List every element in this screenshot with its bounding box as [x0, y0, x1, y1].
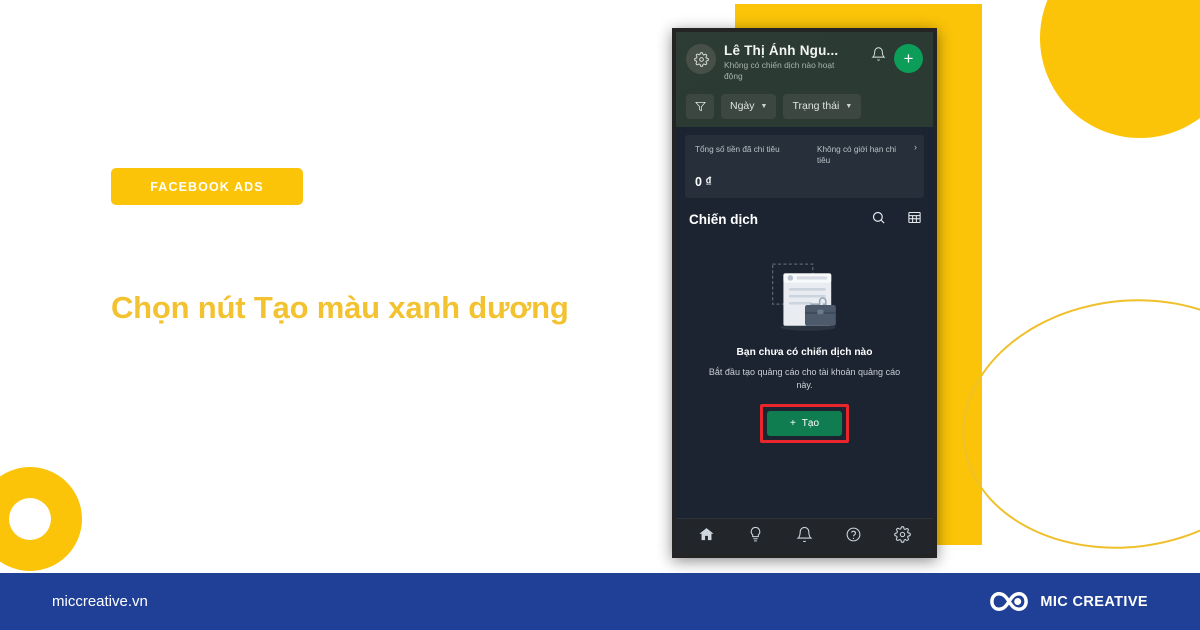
- home-icon: [699, 527, 714, 540]
- infinity-logo-icon: [990, 592, 1029, 611]
- filter-button[interactable]: [686, 93, 714, 119]
- chevron-down-icon: ▼: [845, 102, 853, 110]
- brand-logo: MIC CREATIVE: [989, 588, 1148, 615]
- nav-ideas[interactable]: [747, 526, 764, 548]
- lightbulb-icon: [750, 526, 761, 541]
- account-name: Lê Thị Ánh Ngu...: [724, 43, 839, 58]
- facebook-ads-badge: FACEBOOK ADS: [111, 168, 303, 205]
- filter-row: Ngày ▼ Trạng thái ▼: [686, 93, 923, 119]
- footer-url[interactable]: miccreative.vn: [52, 593, 148, 610]
- ellipse-outline-decoration: [948, 280, 1200, 568]
- empty-state-body: Bắt đầu tạo quảng cáo cho tài khoản quản…: [708, 366, 901, 390]
- gear-icon: [894, 525, 911, 543]
- campaigns-title: Chiến dịch: [689, 212, 759, 228]
- circle-decoration: [1040, 0, 1200, 138]
- table-view-icon[interactable]: [907, 210, 922, 230]
- create-campaign-fab[interactable]: +: [894, 44, 923, 73]
- empty-campaign-illustration: [771, 263, 836, 331]
- chevron-down-icon: ▼: [760, 102, 768, 110]
- bottom-navigation: [676, 518, 933, 554]
- plus-icon: +: [789, 417, 796, 429]
- help-icon: [846, 527, 861, 541]
- search-icon[interactable]: [871, 210, 886, 230]
- spend-section: Tổng số tiền đã chi tiêu Không có giới h…: [676, 126, 933, 198]
- donut-decoration: [0, 467, 82, 571]
- total-spent-label: Tổng số tiền đã chi tiêu: [695, 144, 780, 154]
- create-button[interactable]: + Tạo: [766, 410, 843, 436]
- bell-icon[interactable]: [871, 46, 886, 67]
- status-filter-label: Trạng thái: [792, 100, 840, 113]
- chevron-right-icon[interactable]: ›: [914, 142, 917, 152]
- plus-label: +: [903, 49, 914, 68]
- phone-screenshot: Lê Thị Ánh Ngu... Không có chiến dịch nà…: [672, 28, 937, 558]
- create-button-label: Tạo: [801, 417, 820, 429]
- footer-bar: miccreative.vn MIC CREATIVE: [0, 573, 1200, 630]
- nav-notifications[interactable]: [796, 526, 813, 548]
- date-filter-label: Ngày: [730, 100, 755, 113]
- slide-canvas: FACEBOOK ADS Chọn nút Tạo màu xanh dương…: [0, 0, 1200, 630]
- app-header: Lê Thị Ánh Ngu... Không có chiến dịch nà…: [676, 32, 933, 127]
- nav-settings[interactable]: [894, 525, 911, 548]
- nav-help[interactable]: [845, 526, 862, 548]
- badge-label: FACEBOOK ADS: [150, 179, 264, 194]
- account-status: Không có chiến dịch nào hoạt động: [724, 60, 835, 82]
- date-filter-dropdown[interactable]: Ngày ▼: [721, 93, 777, 119]
- status-filter-dropdown[interactable]: Trạng thái ▼: [783, 93, 862, 119]
- total-spent-amount: 0 ₫: [695, 174, 712, 189]
- create-button-highlight: + Tạo: [759, 403, 850, 443]
- empty-state: Bạn chưa có chiến dịch nào Bắt đầu tạo q…: [676, 238, 933, 518]
- spend-limit-label: Không có giới hạn chi tiêu: [817, 144, 897, 165]
- gear-icon[interactable]: [686, 44, 716, 74]
- brand-name: MIC CREATIVE: [1040, 593, 1148, 610]
- spend-card[interactable]: Tổng số tiền đã chi tiêu Không có giới h…: [685, 134, 924, 198]
- funnel-icon: [694, 101, 706, 111]
- nav-home[interactable]: [698, 526, 715, 548]
- empty-state-heading: Bạn chưa có chiến dịch nào: [736, 346, 873, 358]
- bell-icon: [796, 526, 813, 542]
- page-title: Chọn nút Tạo màu xanh dương: [111, 290, 569, 325]
- campaigns-bar: Chiến dịch: [676, 197, 933, 239]
